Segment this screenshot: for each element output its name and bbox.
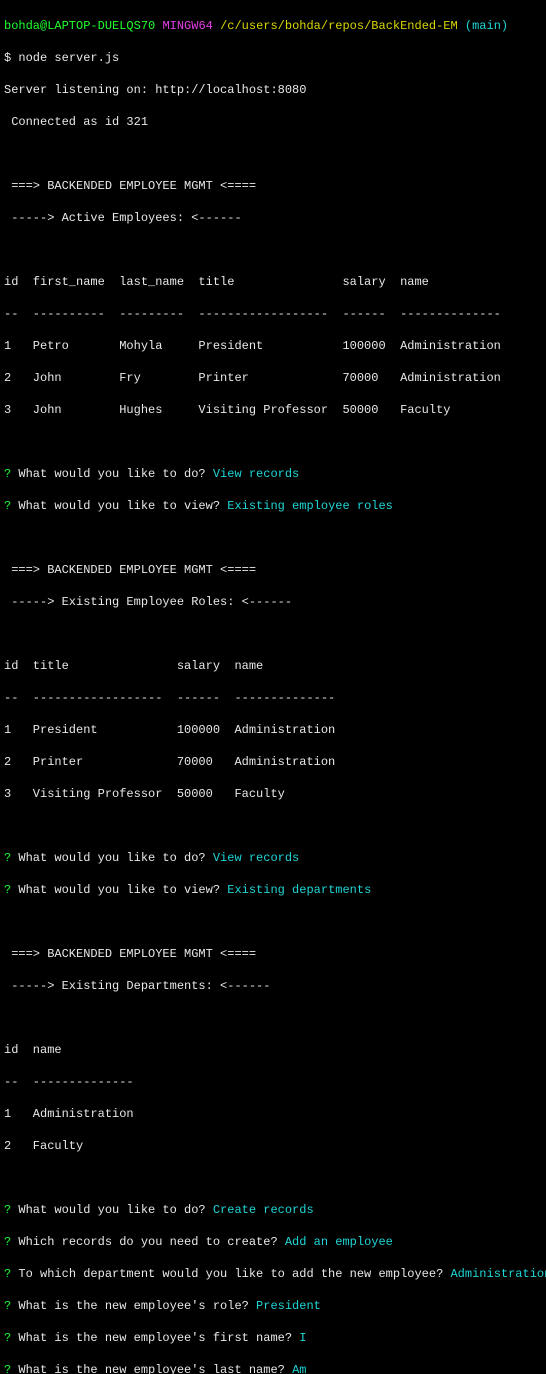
table-divider: -- -------------- [4,1074,542,1090]
prompt-line[interactable]: ? To which department would you like to … [4,1266,542,1282]
answer-text: Existing departments [227,883,371,897]
table-row: 1 Petro Mohyla President 100000 Administ… [4,338,542,354]
question-text: What would you like to view? [11,499,227,513]
question-text: What is the new employee's role? [11,1299,256,1313]
table-header: id first_name last_name title salary nam… [4,274,542,290]
table-header: id title salary name [4,658,542,674]
banner-active-employees: -----> Active Employees: <------ [4,210,542,226]
prompt-user: bohda@LAPTOP-DUELQS70 [4,19,155,33]
question-text: To which department would you like to ad… [11,1267,450,1281]
answer-text: President [256,1299,321,1313]
prompt-shell: MINGW64 [155,19,220,33]
prompt-line[interactable]: ? What is the new employee's last name? … [4,1362,542,1374]
question-text: What is the new employee's last name? [11,1363,292,1374]
answer-text: Create records [213,1203,314,1217]
question-text: What would you like to do? [11,851,213,865]
table-row: 3 John Hughes Visiting Professor 50000 F… [4,402,542,418]
command-line[interactable]: $ node server.js [4,50,542,66]
prompt-line[interactable]: ? What would you like to do? Create reco… [4,1202,542,1218]
question-mark-icon: ? [4,1203,11,1217]
answer-text: Am [292,1363,306,1374]
banner-existing-departments: -----> Existing Departments: <------ [4,978,542,994]
banner-title: ===> BACKENDED EMPLOYEE MGMT <==== [4,562,542,578]
question-text: What would you like to do? [11,1203,213,1217]
table-row: 2 John Fry Printer 70000 Administration [4,370,542,386]
connected-msg: Connected as id 321 [4,114,542,130]
answer-text: View records [213,851,299,865]
question-mark-icon: ? [4,1235,11,1249]
table-row: 2 Printer 70000 Administration [4,754,542,770]
prompt-line[interactable]: ? What would you like to do? View record… [4,466,542,482]
answer-text: Existing employee roles [227,499,393,513]
banner-title: ===> BACKENDED EMPLOYEE MGMT <==== [4,946,542,962]
question-text: Which records do you need to create? [11,1235,285,1249]
table-divider: -- ---------- --------- ----------------… [4,306,542,322]
prompt-line[interactable]: ? What is the new employee's role? Presi… [4,1298,542,1314]
prompt-line[interactable]: ? What would you like to do? View record… [4,850,542,866]
server-listening: Server listening on: http://localhost:80… [4,82,542,98]
command-text: node server.js [18,51,119,65]
question-text: What would you like to do? [11,467,213,481]
answer-text: Administration [450,1267,546,1281]
prompt-line[interactable]: ? What would you like to view? Existing … [4,498,542,514]
banner-existing-roles: -----> Existing Employee Roles: <------ [4,594,542,610]
question-mark-icon: ? [4,1267,11,1281]
answer-text: View records [213,467,299,481]
question-mark-icon: ? [4,1299,11,1313]
terminal-output: bohda@LAPTOP-DUELQS70 MINGW64 /c/users/b… [0,0,546,1374]
question-text: What is the new employee's first name? [11,1331,299,1345]
table-header: id name [4,1042,542,1058]
prompt-line[interactable]: ? What is the new employee's first name?… [4,1330,542,1346]
table-divider: -- ------------------ ------ -----------… [4,690,542,706]
table-row: 1 President 100000 Administration [4,722,542,738]
banner-title: ===> BACKENDED EMPLOYEE MGMT <==== [4,178,542,194]
question-mark-icon: ? [4,1331,11,1345]
table-row: 1 Administration [4,1106,542,1122]
question-text: What would you like to view? [11,883,227,897]
question-mark-icon: ? [4,883,11,897]
question-mark-icon: ? [4,1363,11,1374]
table-row: 2 Faculty [4,1138,542,1154]
prompt-line[interactable]: ? Which records do you need to create? A… [4,1234,542,1250]
answer-text: I [299,1331,306,1345]
question-mark-icon: ? [4,851,11,865]
prompt-path: /c/users/bohda/repos/BackEnded-EM [220,19,458,33]
prompt-line: bohda@LAPTOP-DUELQS70 MINGW64 /c/users/b… [4,18,542,34]
prompt-line[interactable]: ? What would you like to view? Existing … [4,882,542,898]
prompt-branch: (main) [458,19,508,33]
answer-text: Add an employee [285,1235,393,1249]
table-row: 3 Visiting Professor 50000 Faculty [4,786,542,802]
